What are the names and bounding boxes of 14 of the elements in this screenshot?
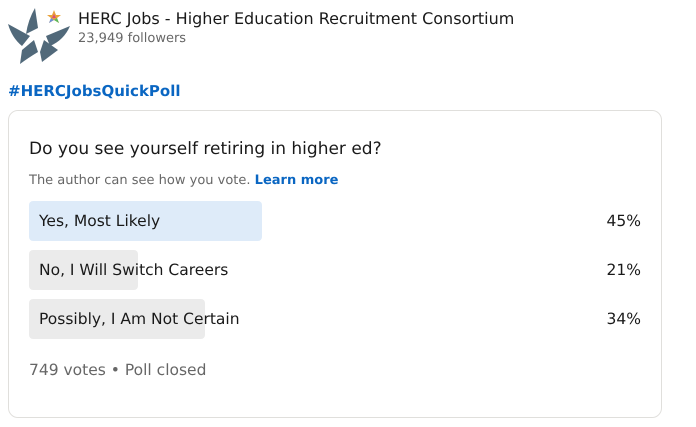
option-percent: 34% <box>606 310 641 328</box>
privacy-note: The author can see how you vote. Learn more <box>29 172 340 190</box>
option-percent: 21% <box>606 261 641 279</box>
option-label: Yes, Most Likely <box>38 212 160 230</box>
option-label: Possibly, I Am Not Certain <box>38 310 240 328</box>
vote-summary: 749 votes • Poll closed <box>29 361 208 379</box>
follower-count: 23,949 followers <box>78 30 188 48</box>
option-percent: 45% <box>606 212 641 230</box>
star-logo <box>8 6 70 64</box>
learn-more-link[interactable]: Learn more <box>254 173 338 188</box>
option-label: No, I Will Switch Careers <box>38 261 228 279</box>
company-name[interactable]: HERC Jobs - Higher Education Recruitment Consortium <box>78 8 514 30</box>
hashtag-link[interactable]: #HERCJobsQuickPoll <box>8 82 180 100</box>
poll-question: Do you see yourself retiring in higher ed? <box>29 138 383 161</box>
